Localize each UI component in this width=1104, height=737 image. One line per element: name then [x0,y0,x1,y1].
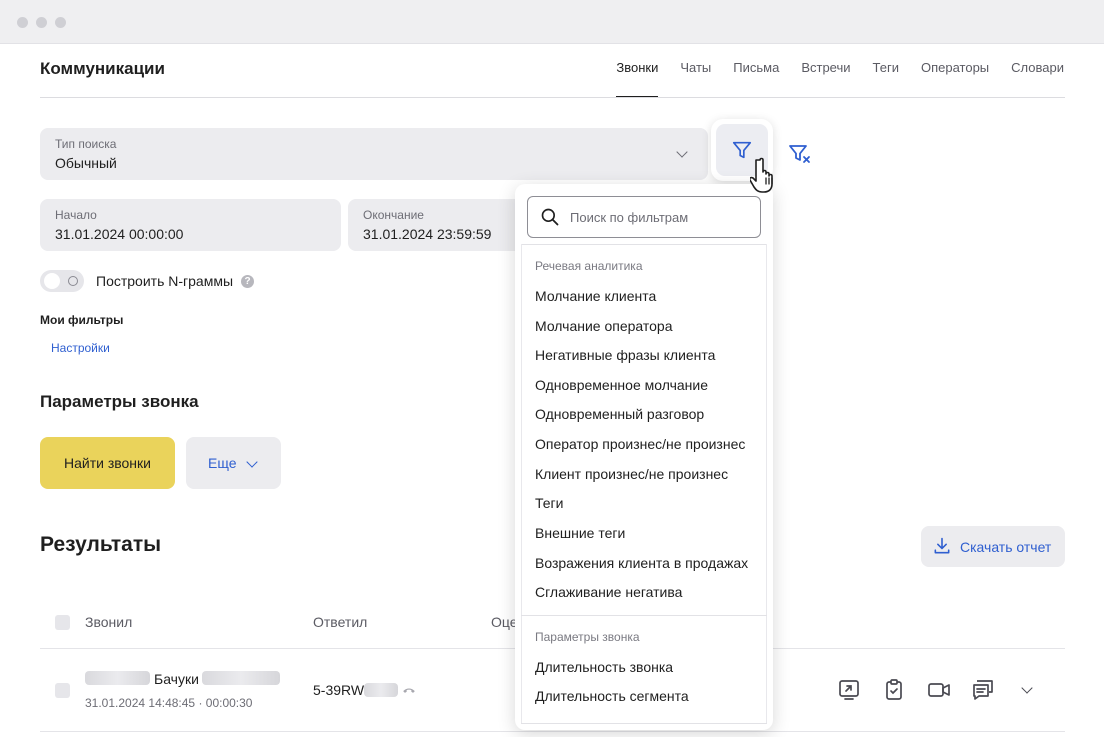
tab-emails[interactable]: Письма [733,60,779,98]
filter-item-simultaneous-talk[interactable]: Одновременный разговор [535,406,704,422]
redacted-text [202,671,280,685]
filter-item-operator-said[interactable]: Оператор произнес/не произнес [535,436,745,452]
phone-hangup-icon [403,688,415,693]
filter-item-sales-objections[interactable]: Возражения клиента в продажах [535,555,748,571]
filter-search-field[interactable] [527,196,761,238]
filter-clear-icon[interactable] [788,142,812,166]
chat-icon[interactable] [971,678,995,702]
filter-item-simultaneous-silence[interactable]: Одновременное молчание [535,377,708,393]
redacted-text [85,671,150,685]
column-header-score: Оце [491,614,518,630]
window-minimize-button[interactable] [36,17,47,28]
window-close-button[interactable] [17,17,28,28]
filter-item-negativity-smoothing[interactable]: Сглаживание негатива [535,584,682,600]
tab-operators[interactable]: Операторы [921,60,989,98]
filter-item-client-silence[interactable]: Молчание клиента [535,288,656,304]
search-type-label: Тип поиска [55,137,117,151]
main-tabs: Звонки Чаты Письма Встречи Теги Оператор… [616,60,1064,98]
start-date-field[interactable]: Начало 31.01.2024 00:00:00 [40,199,341,251]
tab-chats[interactable]: Чаты [680,60,711,98]
ngram-toggle[interactable] [40,270,84,292]
chevron-down-icon [676,146,688,158]
search-type-value: Обычный [55,155,117,171]
filter-item-external-tags[interactable]: Внешние теги [535,525,625,541]
answered-by: 5-39RW [313,682,365,698]
header-divider [40,97,1065,98]
search-icon [541,208,559,226]
more-button[interactable]: Еще [186,437,281,489]
filter-item-segment-duration[interactable]: Длительность сегмента [535,688,689,704]
video-icon[interactable] [927,678,951,702]
row-checkbox[interactable] [55,683,70,698]
window-maximize-button[interactable] [55,17,66,28]
start-date-label: Начало [55,208,97,222]
redacted-text [364,683,398,697]
download-icon [934,537,950,554]
row-divider [40,731,1065,732]
group-call-params: Параметры звонка [535,630,640,644]
call-meta: 31.01.2024 14:48:45 · 00:00:30 [85,696,253,710]
filter-search-input[interactable] [570,207,750,227]
filter-item-tags[interactable]: Теги [535,495,563,511]
window-titlebar [0,0,1104,44]
end-date-value: 31.01.2024 23:59:59 [363,226,492,242]
settings-link[interactable]: Настройки [51,341,110,355]
share-icon[interactable] [837,678,861,702]
results-title: Результаты [40,533,162,556]
clipboard-check-icon[interactable] [882,678,906,702]
tab-dictionaries[interactable]: Словари [1011,60,1064,98]
call-params-title: Параметры звонка [40,392,199,411]
filter-dropdown: Речевая аналитика Молчание клиента Молча… [515,184,773,730]
hand-pointer-icon [750,157,773,193]
more-button-label: Еще [208,455,237,471]
find-calls-button[interactable]: Найти звонки [40,437,175,489]
my-filters-title: Мои фильтры [40,313,124,327]
group-speech-analytics: Речевая аналитика [535,259,643,273]
dropdown-divider [521,615,767,616]
filter-item-operator-silence[interactable]: Молчание оператора [535,318,673,334]
dropdown-divider [521,244,767,245]
chevron-down-icon [246,456,258,468]
search-type-select[interactable]: Тип поиска Обычный [40,128,708,180]
column-header-caller: Звонил [85,614,133,630]
tab-calls[interactable]: Звонки [616,60,658,98]
ngram-label: Построить N-граммы [96,273,234,289]
end-date-label: Окончание [363,208,424,222]
tab-meetings[interactable]: Встречи [801,60,850,98]
column-header-answered: Ответил [313,614,368,630]
start-date-value: 31.01.2024 00:00:00 [55,226,184,242]
help-icon[interactable]: ? [241,275,254,288]
tab-tags[interactable]: Теги [873,60,899,98]
download-report-label: Скачать отчет [960,539,1052,555]
page-title: Коммуникации [40,59,165,78]
chevron-down-icon[interactable] [1021,682,1033,694]
select-all-checkbox[interactable] [55,615,70,630]
caller-name: Бачуки [154,671,199,687]
filter-item-call-duration[interactable]: Длительность звонка [535,659,673,675]
filter-item-client-said[interactable]: Клиент произнес/не произнес [535,466,728,482]
filter-item-negative-phrases[interactable]: Негативные фразы клиента [535,347,715,363]
download-report-button[interactable]: Скачать отчет [921,526,1065,567]
